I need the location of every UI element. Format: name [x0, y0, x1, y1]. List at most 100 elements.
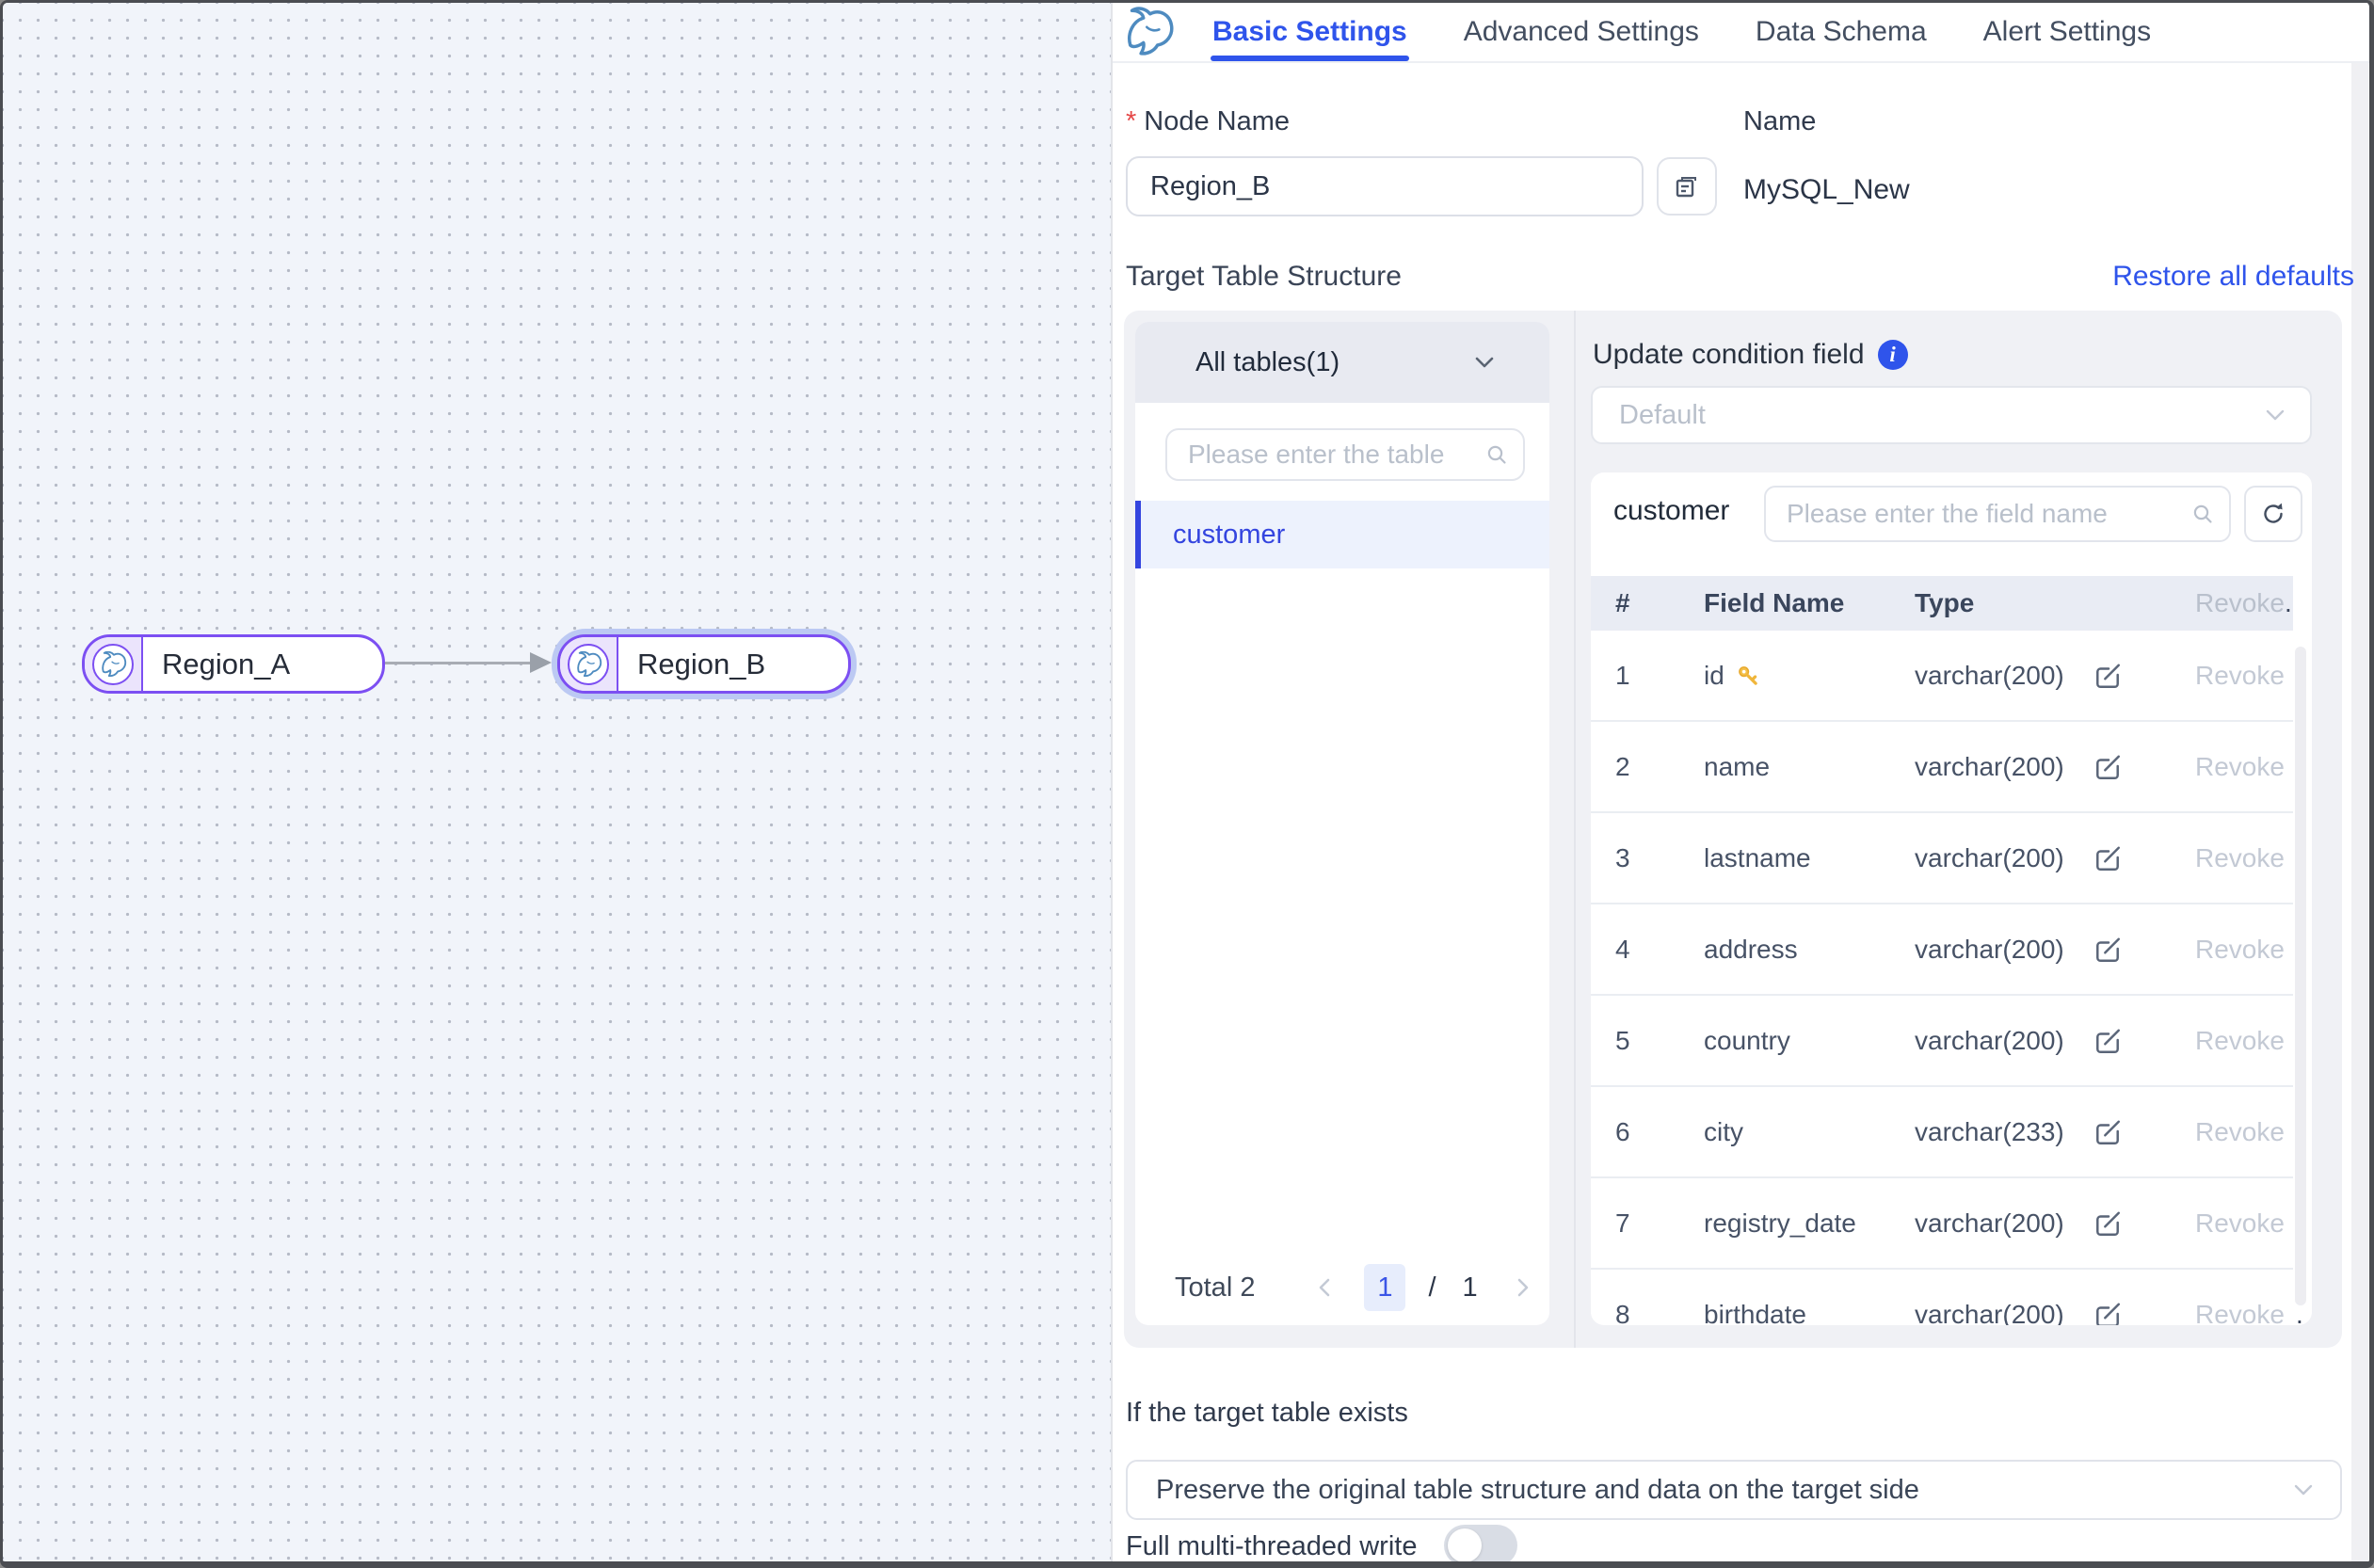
update-condition-label: Update condition field: [1593, 339, 1865, 371]
selected-table-name: customer: [1613, 495, 1729, 527]
edit-type-button[interactable]: [2093, 1118, 2122, 1146]
node-name-input[interactable]: [1126, 156, 1644, 216]
pagination-prev-icon[interactable]: [1313, 1275, 1338, 1300]
field-index: 6: [1615, 1117, 1630, 1147]
edit-icon[interactable]: [2093, 936, 2122, 964]
connection-name-value: MySQL_New: [1743, 174, 1910, 206]
refresh-icon: [2259, 500, 2287, 528]
node-region-b[interactable]: Region_B: [557, 634, 851, 694]
field-table-header: # Field Name Type Revoke.: [1591, 576, 2293, 631]
field-type: varchar(200): [1915, 752, 2064, 782]
pagination-current-page[interactable]: 1: [1364, 1264, 1405, 1311]
chevron-down-icon: [1472, 350, 1497, 375]
edit-icon[interactable]: [2093, 753, 2122, 781]
restore-all-defaults-link[interactable]: Restore all defaults: [2112, 261, 2354, 293]
tab-bar: Basic Settings Advanced Settings Data Sche…: [1113, 3, 2369, 61]
field-name: address: [1704, 935, 1798, 965]
revoke-link[interactable]: Revoke.: [2195, 752, 2303, 782]
edit-type-button[interactable]: [2093, 844, 2122, 872]
field-row-city: 6cityvarchar(233)Revoke.: [1591, 1087, 2293, 1178]
table-search-input[interactable]: [1167, 440, 1485, 470]
required-asterisk: *: [1126, 106, 1136, 136]
copy-icon: [1672, 171, 1702, 201]
field-search-box: [1764, 486, 2231, 542]
field-type: varchar(200): [1915, 843, 2064, 873]
revoke-link[interactable]: Revoke.: [2195, 1026, 2303, 1056]
edit-type-button[interactable]: [2093, 753, 2122, 781]
node-icon-section: [85, 637, 143, 691]
edit-icon[interactable]: [2093, 844, 2122, 872]
revoke-link[interactable]: Revoke.: [2195, 843, 2303, 873]
field-name: id: [1704, 661, 1760, 691]
info-icon[interactable]: i: [1878, 340, 1908, 370]
tab-alert-settings[interactable]: Alert Settings: [1983, 3, 2151, 61]
field-row-lastname: 3lastnamevarchar(200)Revoke.: [1591, 813, 2293, 904]
field-name: city: [1704, 1117, 1743, 1147]
chevron-down-icon: [2291, 1478, 2316, 1502]
field-index: 2: [1615, 752, 1630, 782]
edit-type-button[interactable]: [2093, 1027, 2122, 1055]
edit-icon[interactable]: [2093, 662, 2122, 690]
revoke-link[interactable]: Revoke.: [2195, 1208, 2303, 1239]
target-table-exists-select[interactable]: Preserve the original table structure an…: [1126, 1460, 2342, 1520]
target-table-panel: All tables(1) customer Total 2 1 / 1: [1124, 311, 2342, 1348]
name-label: Name: [1743, 106, 1816, 136]
mysql-logo-icon: [1122, 7, 1175, 59]
edit-icon[interactable]: [2093, 1027, 2122, 1055]
multithread-label: Full multi-threaded write: [1126, 1531, 1417, 1561]
fields-card-header: customer: [1591, 472, 2312, 557]
refresh-button[interactable]: [2244, 486, 2302, 542]
field-row-name: 2namevarchar(200)Revoke.: [1591, 722, 2293, 813]
field-row-birthdate: 8birthdatevarchar(200)Revoke.: [1591, 1270, 2293, 1325]
node-label: Region_A: [143, 637, 290, 691]
node-region-a[interactable]: Region_A: [82, 634, 385, 694]
column-revoke: Revoke.: [2195, 588, 2292, 618]
all-tables-dropdown[interactable]: All tables(1): [1135, 322, 1549, 403]
field-name: registry_date: [1704, 1208, 1856, 1239]
condition-placeholder: Default: [1619, 400, 2263, 431]
edit-icon[interactable]: [2093, 1301, 2122, 1326]
chevron-down-icon: [2263, 403, 2287, 427]
tab-data-schema[interactable]: Data Schema: [1756, 3, 1927, 61]
edit-icon[interactable]: [2093, 1209, 2122, 1238]
edit-icon[interactable]: [2093, 1118, 2122, 1146]
revoke-link[interactable]: Revoke.: [2195, 661, 2303, 691]
update-condition-select[interactable]: Default: [1591, 386, 2312, 444]
field-type: varchar(233): [1915, 1117, 2064, 1147]
field-index: 5: [1615, 1026, 1630, 1056]
field-search-input[interactable]: [1766, 499, 2191, 529]
pagination-total: Total 2: [1175, 1272, 1255, 1304]
field-type: varchar(200): [1915, 1208, 2064, 1239]
tabs: Basic Settings Advanced Settings Data Sche…: [1212, 3, 2151, 61]
pagination-next-icon[interactable]: [1510, 1275, 1534, 1300]
exists-selected-value: Preserve the original table structure an…: [1156, 1475, 2291, 1506]
field-type: varchar(200): [1915, 1026, 2064, 1056]
toggle-knob: [1448, 1528, 1482, 1562]
field-name: name: [1704, 752, 1770, 782]
table-list-item[interactable]: customer: [1135, 501, 1549, 568]
column-field-name: Field Name: [1704, 588, 1844, 618]
node-icon-section: [560, 637, 618, 691]
mysql-node-icon: [568, 644, 609, 685]
pipeline-canvas[interactable]: Region_A Region_B: [3, 3, 1111, 1561]
revoke-link[interactable]: Revoke.: [2195, 1300, 2303, 1326]
edit-type-button[interactable]: [2093, 662, 2122, 690]
edit-type-button[interactable]: [2093, 1209, 2122, 1238]
edit-type-button[interactable]: [2093, 936, 2122, 964]
column-index: #: [1615, 588, 1630, 618]
search-icon: [2191, 503, 2214, 525]
field-index: 7: [1615, 1208, 1630, 1239]
revoke-link[interactable]: Revoke.: [2195, 1117, 2303, 1147]
all-tables-label: All tables(1): [1195, 347, 1472, 378]
field-row-country: 5countryvarchar(200)Revoke.: [1591, 996, 2293, 1087]
tab-advanced-settings[interactable]: Advanced Settings: [1464, 3, 1699, 61]
table-scrollbar-thumb[interactable]: [2295, 647, 2306, 1305]
field-row-id: 1idvarchar(200)Revoke.: [1591, 631, 2293, 722]
multithread-toggle[interactable]: [1444, 1525, 1517, 1566]
revoke-link[interactable]: Revoke.: [2195, 935, 2303, 965]
tab-basic-settings[interactable]: Basic Settings: [1212, 3, 1407, 61]
copy-button[interactable]: [1657, 157, 1717, 216]
field-name: country: [1704, 1026, 1790, 1056]
edit-type-button[interactable]: [2093, 1301, 2122, 1326]
primary-key-icon: [1736, 664, 1760, 688]
